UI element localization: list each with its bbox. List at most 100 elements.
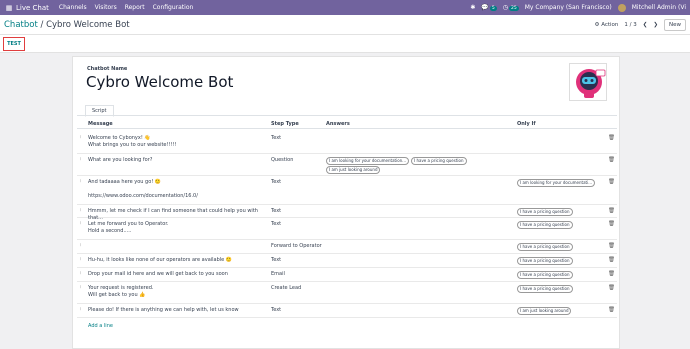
- drag-handle-icon[interactable]: ⁝: [80, 135, 81, 140]
- table-row[interactable]: ⁝ Forward to Operator I have a pricing que…: [77, 240, 617, 254]
- app-menu-icon[interactable]: ▦: [2, 4, 16, 12]
- new-button[interactable]: New: [664, 18, 686, 31]
- activity-icon[interactable]: ◷ 25: [503, 4, 519, 11]
- robot-icon: [576, 69, 606, 98]
- trash-icon[interactable]: 🗑: [608, 208, 615, 214]
- test-button[interactable]: TEST: [3, 37, 25, 51]
- pager-prev-icon[interactable]: ❮: [643, 22, 648, 28]
- user-menu[interactable]: Mitchell Admin (Vi: [632, 4, 686, 11]
- pager-value[interactable]: 1 / 3: [624, 22, 636, 28]
- chatbot-name-field[interactable]: Cybro Welcome Bot: [86, 73, 233, 91]
- row-message: And tadaaaa here you go! 🙂 https://www.o…: [88, 179, 198, 199]
- row-only-if: I am looking for your documentati...: [517, 179, 596, 187]
- user-avatar[interactable]: [617, 3, 626, 12]
- menu-configuration[interactable]: Configuration: [153, 4, 194, 11]
- company-switcher[interactable]: My Company (San Francisco): [525, 4, 612, 11]
- table-row[interactable]: ⁝ Hu-hu, it looks like none of our operat…: [77, 254, 617, 268]
- button-box: TEST: [0, 35, 690, 53]
- row-step-type: Text: [271, 307, 282, 313]
- column-message[interactable]: Message: [88, 121, 113, 127]
- chat-icon[interactable]: 💬 5: [481, 4, 497, 11]
- bug-icon[interactable]: ✱: [470, 4, 475, 11]
- row-message: Let me forward you to Operator. Hold a s…: [88, 221, 169, 234]
- column-only-if[interactable]: Only If: [517, 121, 536, 127]
- row-message: What are you looking for?: [88, 157, 153, 163]
- menu-channels[interactable]: Channels: [59, 4, 87, 11]
- action-menu[interactable]: ⚙ Action: [595, 22, 619, 28]
- breadcrumb-parent[interactable]: Chatbot: [4, 20, 38, 30]
- only-if-tag[interactable]: I have a pricing question: [517, 285, 573, 293]
- row-step-type: Text: [271, 179, 282, 185]
- only-if-tag[interactable]: I have a pricing question: [517, 243, 573, 251]
- trash-icon[interactable]: 🗑: [608, 135, 615, 141]
- drag-handle-icon[interactable]: ⁝: [80, 157, 81, 162]
- drag-handle-icon[interactable]: ⁝: [80, 307, 81, 312]
- only-if-tag[interactable]: I am looking for your documentati...: [517, 179, 596, 187]
- trash-icon[interactable]: 🗑: [608, 271, 615, 277]
- only-if-tag[interactable]: I am just looking around: [517, 307, 572, 315]
- only-if-tag[interactable]: I have a pricing question: [517, 208, 573, 216]
- menu-visitors[interactable]: Visitors: [95, 4, 117, 11]
- table-row[interactable]: ⁝ Welcome to Cybonyx! 👋 What brings you t…: [77, 132, 617, 154]
- answer-tag[interactable]: I am looking for your documentation...: [326, 157, 409, 165]
- top-navbar: ▦ Live Chat Channels Visitors Report Con…: [0, 0, 690, 15]
- trash-icon[interactable]: 🗑: [608, 285, 615, 291]
- control-panel: Chatbot / Cybro Welcome Bot ⚙ Action 1 /…: [0, 15, 690, 35]
- row-message: Drop your mail id here and we will get b…: [88, 271, 228, 277]
- table-header: Message Step Type Answers Only If: [77, 119, 617, 129]
- row-only-if: I have a pricing question: [517, 221, 573, 229]
- table-row[interactable]: ⁝ Your request is registered. Will get ba…: [77, 282, 617, 304]
- drag-handle-icon[interactable]: ⁝: [80, 285, 81, 290]
- table-row[interactable]: ⁝ Drop your mail id here and we will get …: [77, 268, 617, 282]
- row-step-type: Email: [271, 271, 285, 277]
- column-step-type[interactable]: Step Type: [271, 121, 299, 127]
- row-message: Welcome to Cybonyx! 👋 What brings you to…: [88, 135, 177, 148]
- gear-icon: ⚙: [594, 21, 600, 28]
- table-row[interactable]: ⁝ Let me forward you to Operator. Hold a …: [77, 218, 617, 240]
- chatbot-name-label: Chatbot Name: [87, 66, 128, 72]
- trash-icon[interactable]: 🗑: [608, 179, 615, 185]
- answer-tag[interactable]: I have a pricing question: [411, 157, 467, 165]
- row-step-type: Text: [271, 208, 282, 214]
- column-answers[interactable]: Answers: [326, 121, 350, 127]
- trash-icon[interactable]: 🗑: [608, 243, 615, 249]
- row-only-if: I am just looking around: [517, 307, 572, 315]
- row-step-type: Text: [271, 257, 282, 263]
- row-only-if: I have a pricing question: [517, 257, 573, 265]
- row-step-type: Create Lead: [271, 285, 302, 291]
- trash-icon[interactable]: 🗑: [608, 257, 615, 263]
- drag-handle-icon[interactable]: ⁝: [80, 208, 81, 213]
- table-row[interactable]: ⁝ And tadaaaa here you go! 🙂 https://www.…: [77, 176, 617, 205]
- activity-badge: 25: [509, 6, 519, 11]
- row-only-if: I have a pricing question: [517, 285, 573, 293]
- only-if-tag[interactable]: I have a pricing question: [517, 271, 573, 279]
- table-row[interactable]: ⁝ What are you looking for? Question I am l…: [77, 154, 617, 176]
- drag-handle-icon[interactable]: ⁝: [80, 221, 81, 226]
- row-only-if: I have a pricing question: [517, 208, 573, 216]
- drag-handle-icon[interactable]: ⁝: [80, 179, 81, 184]
- trash-icon[interactable]: 🗑: [608, 221, 615, 227]
- only-if-tag[interactable]: I have a pricing question: [517, 257, 573, 265]
- menu-report[interactable]: Report: [125, 4, 145, 11]
- row-step-type: Forward to Operator: [271, 243, 322, 249]
- trash-icon[interactable]: 🗑: [608, 307, 615, 313]
- action-label: Action: [601, 21, 619, 28]
- drag-handle-icon[interactable]: ⁝: [80, 243, 81, 248]
- drag-handle-icon[interactable]: ⁝: [80, 271, 81, 276]
- form-sheet: Chatbot Name Cybro Welcome Bot Script Me…: [72, 56, 620, 349]
- pager-next-icon[interactable]: ❯: [653, 22, 658, 28]
- breadcrumb: Chatbot / Cybro Welcome Bot: [4, 20, 130, 30]
- breadcrumb-separator: /: [40, 19, 44, 30]
- app-name[interactable]: Live Chat: [16, 4, 49, 12]
- row-step-type: Text: [271, 221, 282, 227]
- drag-handle-icon[interactable]: ⁝: [80, 257, 81, 262]
- table-row[interactable]: ⁝ Hmmm, let me check if I can find someon…: [77, 205, 617, 221]
- answer-tag[interactable]: I am just looking around: [326, 166, 381, 174]
- add-line-link[interactable]: Add a line: [88, 323, 113, 329]
- row-message: Your request is registered. Will get bac…: [88, 285, 154, 298]
- only-if-tag[interactable]: I have a pricing question: [517, 221, 573, 229]
- table-row[interactable]: ⁝ Please do! If there is anything we can …: [77, 304, 617, 318]
- bot-avatar-image[interactable]: [569, 63, 607, 101]
- breadcrumb-current: Cybro Welcome Bot: [46, 19, 130, 30]
- trash-icon[interactable]: 🗑: [608, 157, 615, 163]
